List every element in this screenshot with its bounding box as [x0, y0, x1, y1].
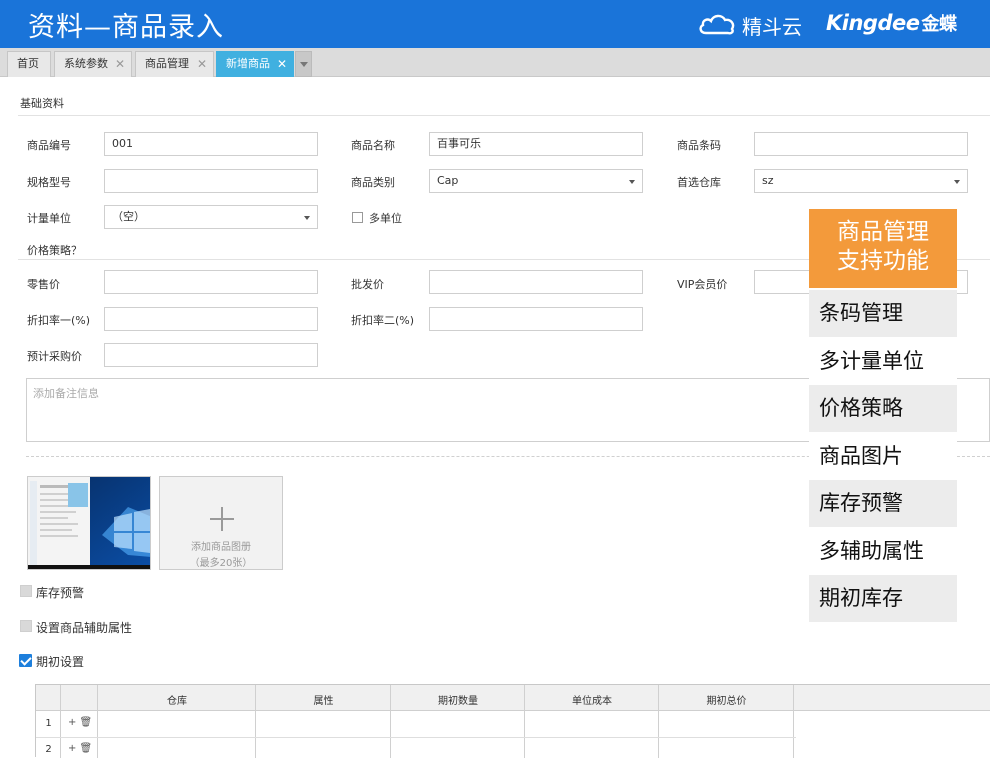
category-label: 商品类别 — [351, 176, 395, 189]
spec-label: 规格型号 — [27, 176, 71, 189]
tab-bar: 首页 系统参数 ✕ 商品管理 ✕ 新增商品 ✕ — [0, 48, 990, 77]
purchase-label: 预计采购价 — [27, 350, 82, 363]
aux-attr-checkbox[interactable] — [20, 620, 32, 632]
column-header-initial-qty: 期初数量 — [438, 696, 478, 707]
brand-kingdee-cn: 金蝶 — [921, 14, 957, 35]
stock-alert-label: 库存预警 — [36, 586, 85, 600]
brand-kingdee-en: Kingdee — [826, 11, 920, 35]
feature-item-price-strategy: 价格策略 — [809, 385, 957, 432]
feature-panel-title-2: 支持功能 — [837, 248, 929, 274]
price-section-title[interactable]: 价格策略？ — [27, 242, 82, 258]
aux-attr-label: 设置商品辅助属性 — [36, 621, 133, 635]
close-icon[interactable]: ✕ — [277, 52, 287, 76]
brand-kingdee: Kingdee 金蝶 — [826, 10, 957, 36]
product-image-thumbnail[interactable] — [27, 476, 151, 570]
feature-item-stock-alert: 库存预警 — [809, 480, 957, 527]
add-image-limit: （最多20张） — [189, 558, 253, 569]
code-label: 商品编号 — [27, 139, 71, 152]
multi-unit-label: 多单位 — [369, 212, 402, 225]
multi-unit-checkbox[interactable] — [352, 212, 363, 223]
name-label: 商品名称 — [351, 139, 395, 152]
initial-stock-table: 仓库 属性 期初数量 单位成本 期初总价 1 + 🗑 2 + 🗑 — [35, 684, 990, 758]
wholesale-label: 批发价 — [351, 278, 384, 291]
feature-panel-title-1: 商品管理 — [837, 219, 929, 245]
brand-jdy: 精斗云 — [742, 15, 802, 39]
column-header-initial-total: 期初总价 — [706, 696, 747, 707]
divider — [18, 115, 990, 116]
row-divider — [36, 737, 796, 738]
discount2-label: 折扣率二(%) — [351, 314, 415, 327]
section-basic-title: 基础资料 — [20, 97, 64, 110]
app-header: 资料—商品录入 精斗云 Kingdee 金蝶 — [0, 0, 990, 48]
tab-label: 首页 — [17, 57, 39, 70]
feature-item-product-image: 商品图片 — [809, 433, 957, 480]
close-icon[interactable]: ✕ — [115, 52, 125, 76]
add-product-image-button[interactable]: 添加商品图册 （最多20张） — [159, 476, 283, 570]
plus-icon — [210, 507, 234, 531]
category-select[interactable]: Cap — [429, 169, 643, 193]
initial-setup-checkbox[interactable] — [19, 654, 32, 667]
unit-select[interactable]: （空） — [104, 205, 318, 229]
add-image-label: 添加商品图册 — [191, 542, 251, 553]
warehouse-label: 首选仓库 — [677, 176, 721, 189]
page-title: 资料—商品录入 — [28, 12, 224, 43]
column-header-unit-cost: 单位成本 — [572, 696, 612, 707]
tab-label: 商品管理 — [145, 57, 189, 70]
column-header-warehouse: 仓库 — [167, 696, 187, 707]
stock-alert-checkbox[interactable] — [20, 585, 32, 597]
tab-system-params[interactable]: 系统参数 ✕ — [54, 51, 132, 77]
code-input[interactable]: 001 — [104, 132, 318, 156]
tab-home[interactable]: 首页 — [7, 51, 51, 77]
tab-label: 系统参数 — [64, 57, 108, 70]
barcode-input[interactable] — [754, 132, 968, 156]
tab-product-management[interactable]: 商品管理 ✕ — [135, 51, 214, 77]
retail-label: 零售价 — [27, 278, 60, 291]
feature-item-multi-unit: 多计量单位 — [809, 338, 957, 385]
close-icon[interactable]: ✕ — [197, 52, 207, 76]
name-input[interactable]: 百事可乐 — [429, 132, 643, 156]
row-number: 1 — [45, 718, 52, 729]
tab-more-dropdown[interactable] — [295, 51, 312, 77]
row-number: 2 — [45, 744, 52, 755]
wholesale-price-input[interactable] — [429, 270, 643, 294]
purchase-price-input[interactable] — [104, 343, 318, 367]
warehouse-select[interactable]: sz — [754, 169, 968, 193]
cloud-logo-icon — [699, 14, 735, 35]
unit-label: 计量单位 — [27, 212, 71, 225]
feature-item-barcode: 条码管理 — [809, 290, 957, 337]
column-header-attribute: 属性 — [313, 696, 334, 707]
row-add-delete-icons[interactable]: + 🗑 — [68, 717, 92, 728]
barcode-label: 商品条码 — [677, 139, 721, 152]
discount1-label: 折扣率一(%) — [27, 314, 91, 327]
retail-price-input[interactable] — [104, 270, 318, 294]
discount1-input[interactable] — [104, 307, 318, 331]
feature-item-aux-attr: 多辅助属性 — [809, 528, 957, 575]
feature-item-initial-stock: 期初库存 — [809, 575, 957, 622]
tab-label: 新增商品 — [226, 57, 270, 70]
initial-setup-label: 期初设置 — [36, 655, 85, 669]
vip-label: VIP会员价 — [677, 278, 728, 291]
discount2-input[interactable] — [429, 307, 643, 331]
feature-panel-head: 商品管理 支持功能 — [809, 209, 957, 288]
spec-input[interactable] — [104, 169, 318, 193]
tab-new-product[interactable]: 新增商品 ✕ — [216, 51, 294, 77]
row-add-delete-icons[interactable]: + 🗑 — [68, 743, 92, 754]
desktop-screenshot-image — [28, 477, 150, 569]
